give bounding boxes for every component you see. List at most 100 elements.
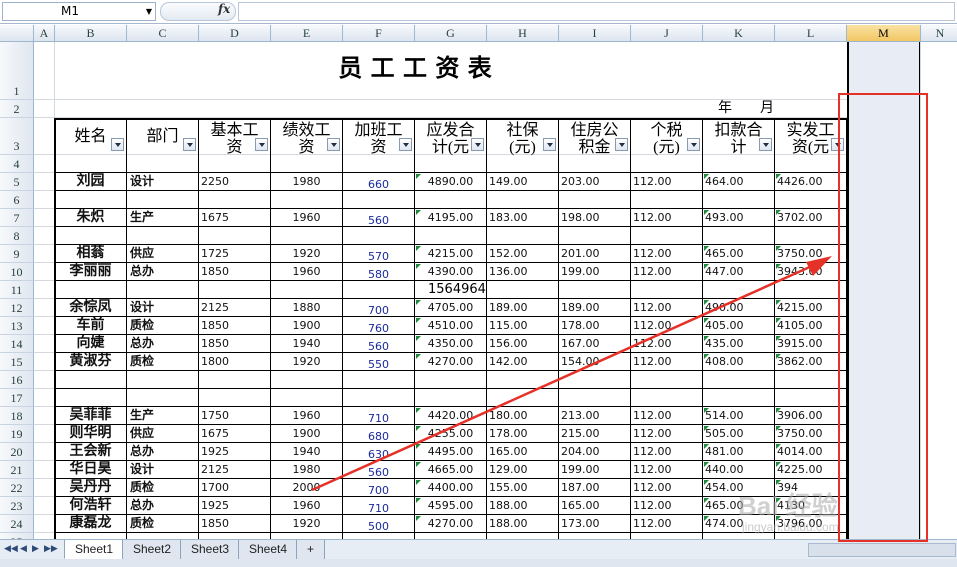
cell-housing[interactable]: 167.00 [559,335,631,353]
cell-empty[interactable] [703,281,775,299]
cell-deduct[interactable]: 505.00 [703,425,775,443]
cell-social[interactable]: 155.00 [487,479,559,497]
cell-empty[interactable] [631,389,703,407]
cell-dept[interactable]: 生产 [127,209,199,227]
cell-perf[interactable]: 1900 [271,317,343,335]
cell-housing[interactable]: 187.00 [559,479,631,497]
chevron-down-icon[interactable]: ▼ [146,3,152,20]
cell-tax[interactable]: 112.00 [631,443,703,461]
cell-gross[interactable]: 4595.00 [415,497,487,515]
cell-housing[interactable]: 213.00 [559,407,631,425]
cell-overtime[interactable]: 560 [343,209,415,227]
cell-name[interactable]: 相蓊 [55,245,127,263]
cell-tax[interactable]: 112.00 [631,173,703,191]
cell-deduct[interactable]: 514.00 [703,407,775,425]
cell-empty[interactable] [775,191,847,209]
cell-deduct[interactable]: 408.00 [703,353,775,371]
row-header[interactable]: 7 [0,209,34,227]
cell-social[interactable]: 188.00 [487,497,559,515]
sheet-tab[interactable]: Sheet2 [122,540,183,559]
cell-name[interactable]: 何浩轩 [55,497,127,515]
cell-empty[interactable] [775,389,847,407]
cell-tax[interactable]: 112.00 [631,245,703,263]
cell-overtime[interactable]: 550 [343,353,415,371]
cell-housing[interactable]: 203.00 [559,173,631,191]
cell-perf[interactable]: 1980 [271,461,343,479]
cell-name[interactable]: 吴菲菲 [55,407,127,425]
cell-housing[interactable]: 215.00 [559,425,631,443]
cell-empty[interactable] [199,389,271,407]
cell-name[interactable]: 则华明 [55,425,127,443]
cell-net[interactable]: 4225.00 [775,461,847,479]
row-header[interactable]: 11 [0,281,34,299]
row-header[interactable]: 19 [0,425,34,443]
cell-overtime[interactable]: 760 [343,317,415,335]
cell-empty[interactable] [703,371,775,389]
cell-gross[interactable]: 4270.00 [415,353,487,371]
cell-net[interactable]: 3750.00 [775,425,847,443]
cell-net[interactable]: 3915.00 [775,335,847,353]
row-header[interactable]: 1 [0,42,34,100]
cell-empty[interactable] [199,281,271,299]
cell-name[interactable]: 余悰凤 [55,299,127,317]
cell-gross[interactable]: 4270.00 [415,515,487,533]
row-header[interactable]: 22 [0,479,34,497]
cell-empty[interactable] [127,155,199,173]
cell-empty[interactable] [631,281,703,299]
row-header[interactable]: 18 [0,407,34,425]
cell-name[interactable]: 车前 [55,317,127,335]
filter-dropdown-button[interactable] [687,138,700,151]
horizontal-scrollbar[interactable] [808,543,956,557]
cell-perf[interactable]: 1960 [271,497,343,515]
cell-perf[interactable]: 1880 [271,299,343,317]
cell-basic[interactable]: 1750 [199,407,271,425]
sheet-tab[interactable]: Sheet1 [64,540,125,559]
cell-empty[interactable] [703,191,775,209]
cell-empty[interactable] [271,281,343,299]
cell-empty[interactable] [127,371,199,389]
row-header[interactable]: 14 [0,335,34,353]
cell-dept[interactable]: 设计 [127,173,199,191]
cell-overtime[interactable]: 680 [343,425,415,443]
cell-empty[interactable] [631,155,703,173]
cell-empty[interactable] [343,227,415,245]
cell-basic[interactable]: 2250 [199,173,271,191]
cell-empty[interactable] [559,371,631,389]
cell-empty[interactable] [415,389,487,407]
cell-social[interactable]: 189.00 [487,299,559,317]
cell-social[interactable]: 183.00 [487,209,559,227]
column-header-c[interactable]: C [127,25,199,42]
cell-social[interactable]: 178.00 [487,425,559,443]
cell-basic[interactable]: 1850 [199,335,271,353]
cell-empty[interactable] [487,227,559,245]
row-header[interactable]: 9 [0,245,34,263]
cell-overtime[interactable]: 630 [343,443,415,461]
cell-overtime[interactable]: 660 [343,173,415,191]
cell-empty[interactable] [487,191,559,209]
cell-net[interactable]: 3862.00 [775,353,847,371]
filter-dropdown-button[interactable] [759,138,772,151]
worksheet-grid[interactable]: A B C D E F G H I J K L M N 1 2 3 4 5 6 7 8 9 10 11 12 13 14 15 16 17 1… [0,25,957,539]
cell-housing[interactable]: 154.00 [559,353,631,371]
row-header[interactable]: 12 [0,299,34,317]
cell-empty[interactable] [55,389,127,407]
column-header-i[interactable]: I [559,25,631,42]
cell-deduct[interactable]: 435.00 [703,335,775,353]
cell-housing[interactable]: 189.00 [559,299,631,317]
cell-social[interactable]: 149.00 [487,173,559,191]
cell-empty[interactable] [559,389,631,407]
sheet-tab[interactable]: Sheet3 [180,540,241,559]
cell-name[interactable]: 李丽丽 [55,263,127,281]
cell-perf[interactable]: 1920 [271,515,343,533]
cell-net[interactable]: 4014.00 [775,443,847,461]
cell-tax[interactable]: 112.00 [631,353,703,371]
row-header[interactable]: 6 [0,191,34,209]
cell-empty[interactable] [127,389,199,407]
cell-empty[interactable] [775,371,847,389]
cell-empty[interactable] [415,227,487,245]
filter-dropdown-button[interactable] [111,138,124,151]
select-all-corner[interactable] [0,25,34,42]
cell-empty[interactable] [631,227,703,245]
cell-social[interactable]: 180.00 [487,407,559,425]
column-header-a[interactable]: A [34,25,55,42]
